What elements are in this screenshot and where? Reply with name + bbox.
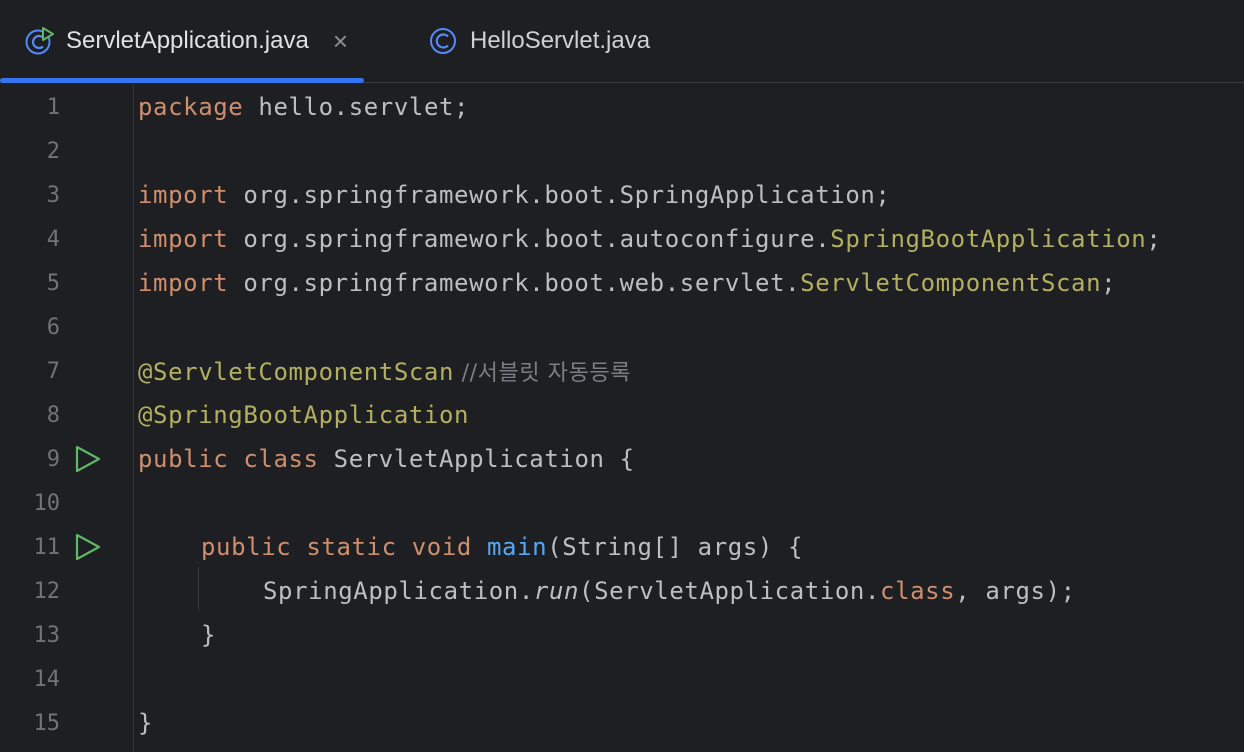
line-number: 15: [33, 710, 61, 736]
code-text: import org.springframework.boot.autoconf…: [138, 225, 1162, 253]
line-number: 5: [46, 270, 60, 296]
code-line: 11 public static void main(String[] args…: [0, 525, 1244, 569]
line-number: 9: [46, 446, 60, 472]
code-line: 1 package hello.servlet;: [0, 85, 1244, 129]
line-number: 10: [33, 490, 61, 516]
code-line: 15 }: [0, 701, 1244, 745]
code-line: 4 import org.springframework.boot.autoco…: [0, 217, 1244, 261]
run-icon[interactable]: [74, 532, 102, 562]
code-text: import org.springframework.boot.SpringAp…: [138, 181, 891, 209]
code-editor[interactable]: 1 package hello.servlet; 2 3 import org.…: [0, 84, 1244, 752]
code-line: 2: [0, 129, 1244, 173]
line-number: 11: [33, 534, 61, 560]
code-text: import org.springframework.boot.web.serv…: [138, 269, 1117, 297]
tab-hello-servlet[interactable]: HelloServlet.java: [428, 0, 650, 82]
code-line: 13 }: [0, 613, 1244, 657]
code-line: 7 @ServletComponentScan //서블릿 자동등록: [0, 349, 1244, 393]
line-number: 3: [46, 182, 60, 208]
line-number: 13: [33, 622, 61, 648]
line-number: 2: [46, 138, 60, 164]
line-number: 1: [46, 94, 60, 120]
code-line: 3 import org.springframework.boot.Spring…: [0, 173, 1244, 217]
code-text: public class ServletApplication {: [138, 445, 635, 473]
line-number: 8: [46, 402, 60, 428]
class-icon: [428, 26, 458, 56]
code-text: @SpringBootApplication: [138, 401, 470, 429]
code-text: SpringApplication.run(ServletApplication…: [263, 577, 1076, 605]
code-text: }: [201, 621, 217, 649]
editor-tab-bar: ServletApplication.java × HelloServlet.j…: [0, 0, 1244, 83]
line-number: 7: [46, 358, 60, 384]
code-line: 5 import org.springframework.boot.web.se…: [0, 261, 1244, 305]
code-text: }: [138, 709, 154, 737]
run-icon[interactable]: [74, 444, 102, 474]
line-number: 12: [33, 578, 61, 604]
tab-label: ServletApplication.java: [66, 27, 309, 54]
line-number: 6: [46, 314, 60, 340]
code-text: public static void main(String[] args) {: [201, 533, 804, 561]
code-line: 6: [0, 305, 1244, 349]
code-line: 10: [0, 481, 1244, 525]
close-tab-icon[interactable]: ×: [333, 28, 348, 54]
code-line: 9 public class ServletApplication {: [0, 437, 1244, 481]
code-line: 12 SpringApplication.run(ServletApplicat…: [0, 569, 1244, 613]
code-line: 14: [0, 657, 1244, 701]
code-text: @ServletComponentScan //서블릿 자동등록: [138, 358, 632, 386]
line-number: 4: [46, 226, 60, 252]
line-number: 14: [33, 666, 61, 692]
tab-label: HelloServlet.java: [470, 27, 651, 54]
code-line: 8 @SpringBootApplication: [0, 393, 1244, 437]
tab-servlet-application[interactable]: ServletApplication.java ×: [0, 0, 364, 83]
spring-run-class-icon: [24, 26, 54, 56]
code-text: package hello.servlet;: [138, 93, 470, 121]
